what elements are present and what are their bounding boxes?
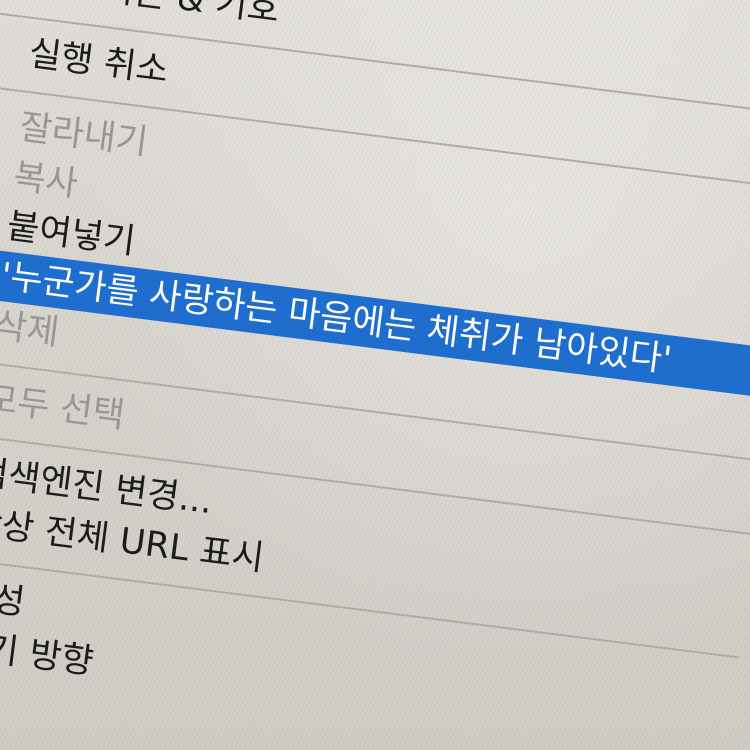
context-menu: 이모티콘 & 기호 실행 취소 잘라내기 복사 붙여넣기 '누군가를 사랑하는 … (0, 0, 750, 750)
screen-photo: 이모티콘 & 기호 실행 취소 잘라내기 복사 붙여넣기 '누군가를 사랑하는 … (0, 0, 750, 750)
